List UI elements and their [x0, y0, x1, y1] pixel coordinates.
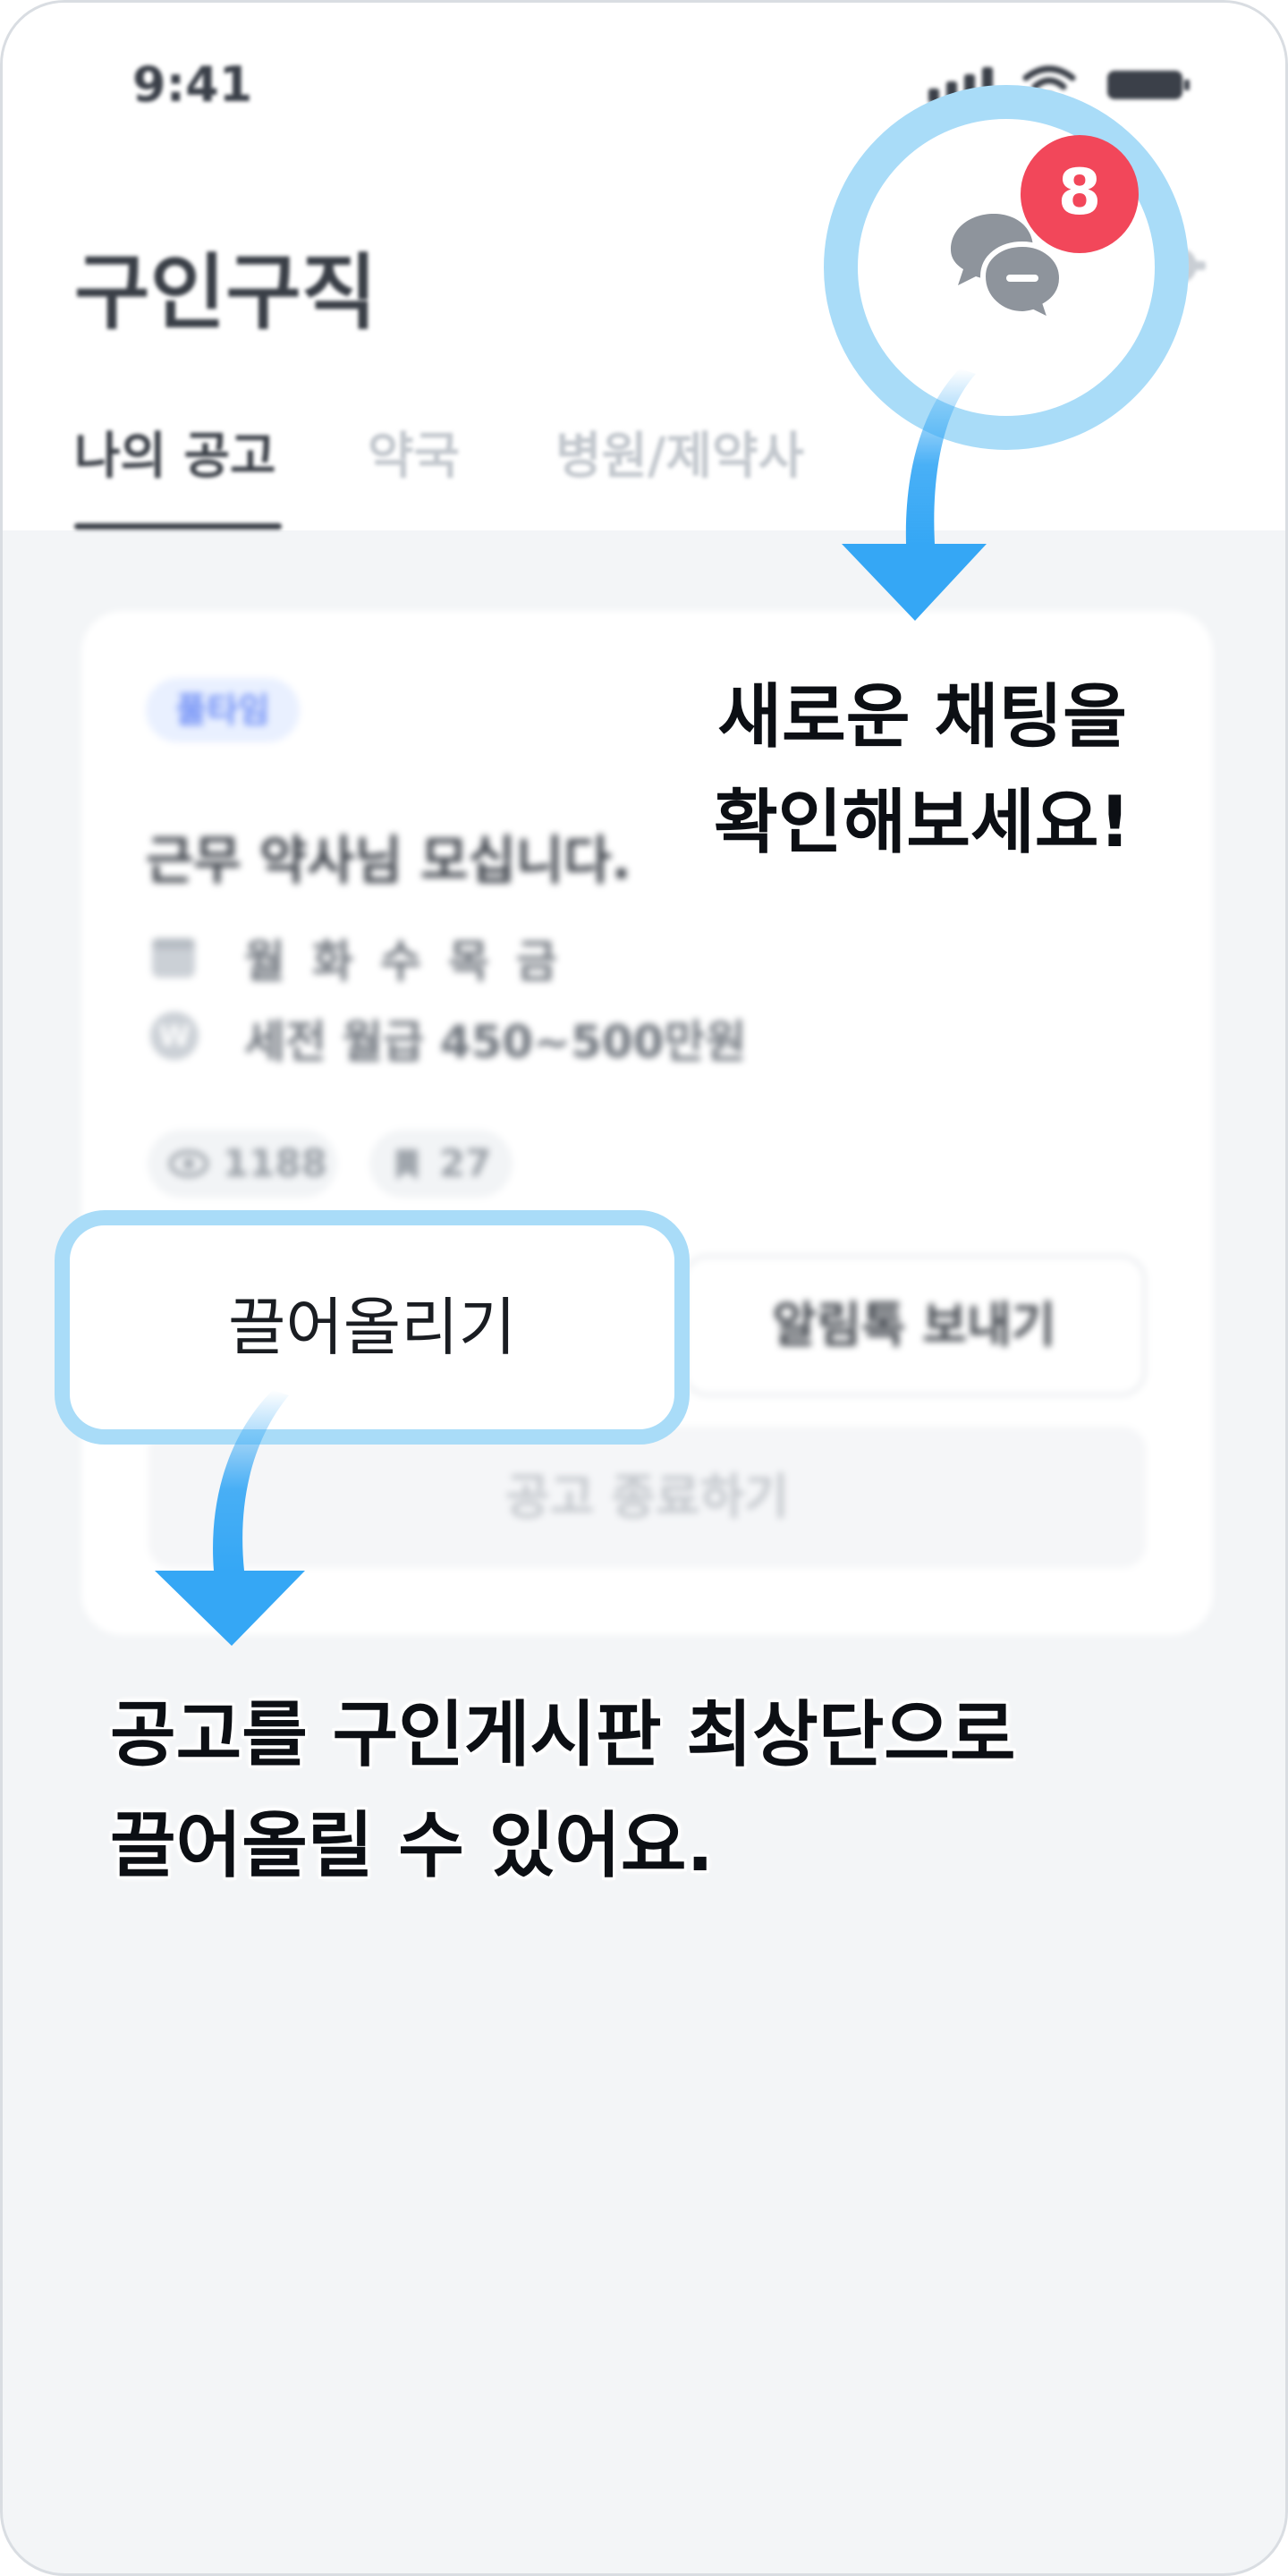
battery-icon [1107, 71, 1190, 99]
chat-callout-line2: 확인해보세요! [714, 783, 1131, 863]
work-days: 월화수목금 [244, 936, 584, 987]
status-time: 9:41 [132, 56, 253, 113]
employment-type-badge: 풀타임 [146, 678, 300, 742]
job-title: 근무 약사님 모십니다. [146, 830, 631, 891]
chat-callout-line1: 새로운 채팅을 [717, 677, 1127, 758]
send-alimtalk-button[interactable]: 알림톡 보내기 [682, 1255, 1146, 1396]
bookmarks-count: 27 [439, 1141, 492, 1185]
pull-callout-line1: 공고를 구인게시판 최상단으로 [110, 1693, 1016, 1776]
tab-hospital-pharma[interactable]: 병원/제약사 [555, 416, 804, 488]
arrow-down-icon [155, 1390, 305, 1646]
tab-my-posts[interactable]: 나의 공고 [74, 416, 276, 488]
phone-frame: 9:41 구인구직 나의 공고 약국 병원/제약사 풀타임 근무 약사님 모십니… [0, 0, 1288, 2576]
chat-callout: 새로운 채팅을 확인해보세요! [714, 665, 1131, 876]
won-icon: W [150, 1012, 199, 1060]
pull-callout: 공고를 구인게시판 최상단으로 끌어올릴 수 있어요. [110, 1680, 1016, 1902]
pull-callout-line2: 끌어올릴 수 있어요. [110, 1804, 714, 1887]
tab-pharmacy[interactable]: 약국 [368, 416, 460, 488]
arrow-down-icon [842, 369, 987, 621]
views-count: 1188 [223, 1141, 327, 1185]
active-tab-indicator [74, 523, 282, 530]
page-title: 구인구직 [74, 245, 377, 341]
eye-icon [169, 1149, 208, 1178]
bookmarks-chip: 27 [369, 1130, 513, 1198]
bookmark-icon [396, 1149, 418, 1180]
notification-badge: 8 [1021, 135, 1139, 253]
calendar-icon [152, 938, 195, 978]
views-chip: 1188 [148, 1130, 337, 1198]
salary-text: 세전 월급 450~500만원 [244, 1016, 747, 1068]
